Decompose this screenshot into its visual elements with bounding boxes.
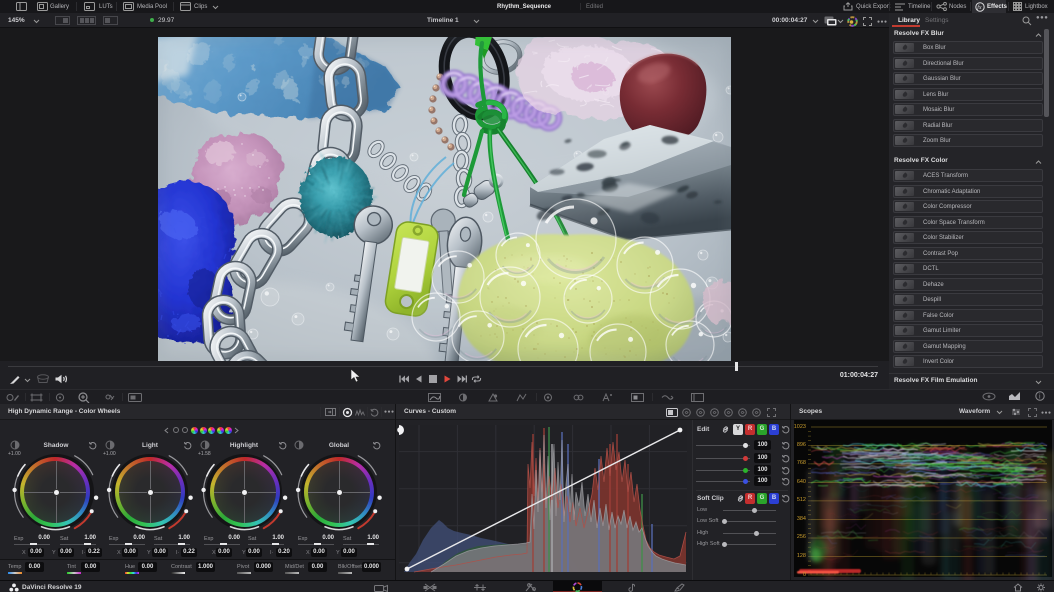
svg-text:i: i [1039,393,1041,400]
svg-text:fx: fx [977,4,982,11]
